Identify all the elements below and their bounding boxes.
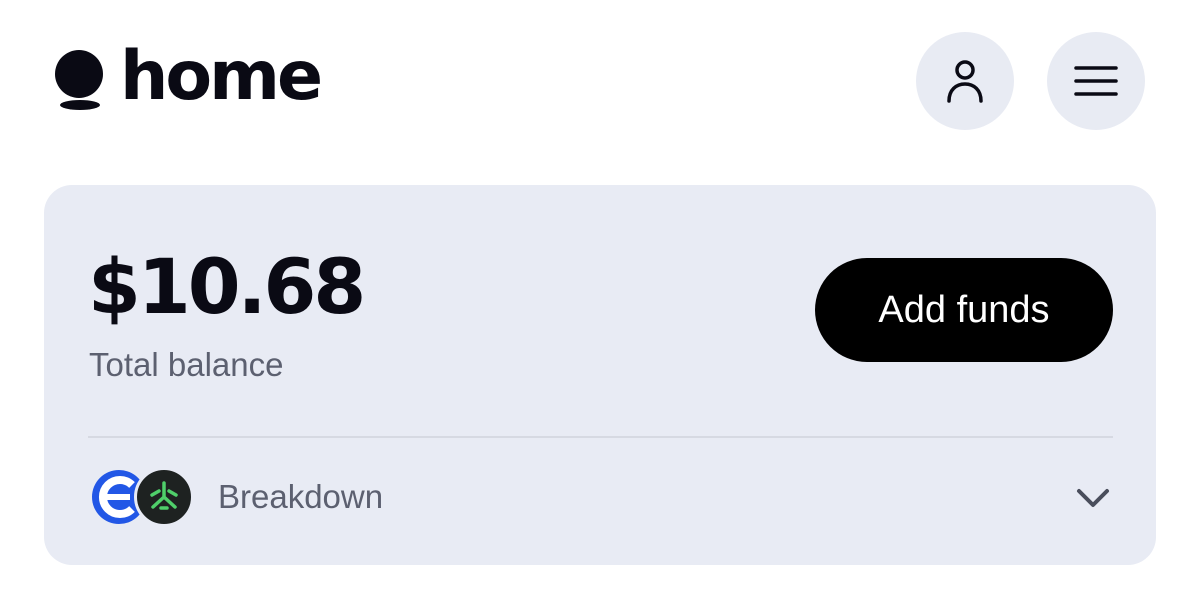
- add-funds-button[interactable]: Add funds: [815, 258, 1113, 362]
- divider: [88, 436, 1113, 438]
- menu-button[interactable]: [1047, 32, 1145, 130]
- total-balance-amount: $10.68: [88, 242, 366, 331]
- balance-card: $10.68 Total balance Add funds Breakdown: [44, 185, 1156, 565]
- hamburger-menu-icon: [1074, 66, 1118, 96]
- breakdown-label: Breakdown: [218, 478, 384, 515]
- user-icon: [947, 60, 983, 103]
- total-balance-label: Total balance: [89, 346, 284, 383]
- logo-text: home: [120, 37, 323, 116]
- green-tripod-token-icon: [134, 467, 194, 527]
- page: home $10.68 Total balance Add funds Brea…: [0, 0, 1200, 598]
- home-logo-icon: [54, 44, 106, 116]
- profile-button[interactable]: [916, 32, 1014, 130]
- chevron-down-icon[interactable]: [1073, 477, 1113, 517]
- breakdown-toggle[interactable]: Breakdown: [88, 467, 1113, 527]
- token-icons: [88, 467, 194, 527]
- home-logo[interactable]: home: [54, 37, 323, 116]
